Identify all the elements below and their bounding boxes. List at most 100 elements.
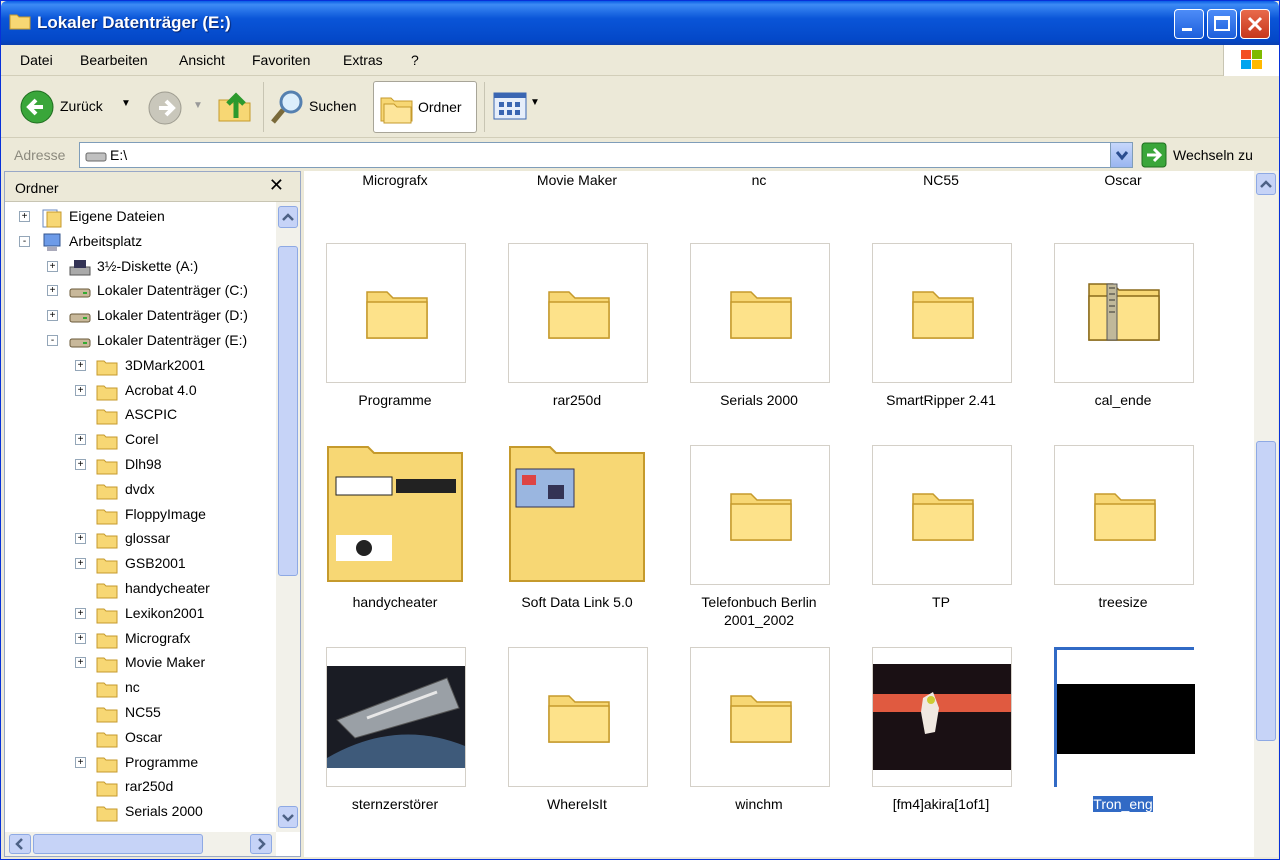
expand-icon[interactable]: +	[47, 285, 58, 297]
scroll-up-button[interactable]	[278, 206, 298, 228]
up-folder-button[interactable]	[216, 86, 256, 128]
floppy-drive-icon	[68, 258, 91, 276]
item-label: Tron_eng	[1093, 796, 1153, 812]
expand-icon[interactable]: +	[75, 434, 86, 446]
windows-flag-icon	[1241, 50, 1262, 69]
collapse-icon[interactable]: -	[47, 335, 58, 346]
list-item[interactable]: Programme	[304, 243, 486, 443]
list-item[interactable]: handycheater	[304, 445, 486, 645]
menu-favoriten[interactable]: Favoriten	[252, 52, 310, 68]
folder-icon	[96, 803, 118, 822]
folders-button[interactable]: Ordner	[373, 81, 477, 133]
expand-icon[interactable]: +	[75, 533, 86, 545]
expand-icon[interactable]: +	[19, 211, 30, 222]
collapse-icon[interactable]: -	[19, 235, 30, 247]
item-label: WhereIsIt	[547, 796, 607, 812]
item-label: Soft Data Link 5.0	[521, 594, 633, 610]
item-label: Micrografx	[362, 172, 428, 188]
minimize-button[interactable]	[1174, 9, 1204, 39]
list-item[interactable]: TP	[850, 445, 1032, 645]
list-item[interactable]: Telefonbuch Berlin 2001_2002	[668, 445, 850, 645]
menu-help[interactable]: ?	[411, 52, 419, 68]
scroll-down-button[interactable]	[278, 806, 298, 828]
views-button[interactable]: ▼	[493, 90, 541, 124]
list-item[interactable]: Serials 2000	[668, 243, 850, 443]
expand-icon[interactable]: +	[75, 632, 86, 644]
folder-icon	[96, 654, 118, 673]
expand-icon[interactable]: +	[75, 607, 86, 619]
address-dropdown-button[interactable]	[1110, 143, 1132, 167]
tree-horizontal-scrollbar[interactable]	[5, 832, 276, 856]
image-thumbnail	[326, 647, 466, 787]
up-folder-icon	[218, 92, 251, 122]
maximize-button[interactable]	[1207, 9, 1237, 39]
expand-icon[interactable]: +	[75, 558, 86, 570]
tree-item-label: dvdx	[125, 480, 155, 497]
scroll-thumb[interactable]	[278, 246, 298, 576]
menu-bearbeiten[interactable]: Bearbeiten	[80, 52, 148, 68]
expand-icon[interactable]: +	[75, 657, 86, 669]
expand-icon[interactable]: +	[75, 459, 86, 470]
view-vertical-scrollbar[interactable]	[1254, 171, 1278, 857]
explorer-window: Lokaler Datenträger (E:) Datei Bearbeite…	[0, 0, 1280, 860]
item-label: sternzerstörer	[351, 796, 439, 812]
menu-ansicht[interactable]: Ansicht	[179, 52, 225, 68]
windows-logo	[1223, 45, 1279, 76]
list-item[interactable]: Soft Data Link 5.0	[486, 445, 668, 645]
scroll-thumb[interactable]	[1256, 441, 1276, 741]
scroll-thumb[interactable]	[33, 834, 203, 854]
tree-vertical-scrollbar[interactable]	[276, 202, 300, 832]
list-item[interactable]: Micrografx	[304, 171, 486, 223]
list-item[interactable]: rar250d	[486, 243, 668, 443]
folder-icon	[96, 382, 118, 401]
address-input[interactable]: E:\	[79, 142, 1133, 168]
title-bar[interactable]: Lokaler Datenträger (E:)	[1, 1, 1279, 45]
folder-icon	[1054, 445, 1194, 585]
list-item[interactable]: cal_ende	[1032, 243, 1214, 443]
expand-icon[interactable]: +	[75, 756, 86, 768]
go-button[interactable]: Wechseln zu	[1139, 141, 1271, 169]
expand-icon[interactable]: +	[47, 310, 58, 322]
forward-button[interactable]: ▼	[147, 88, 203, 128]
item-label: nc	[751, 172, 767, 188]
list-item[interactable]: sternzerstörer	[304, 647, 486, 847]
menu-extras[interactable]: Extras	[343, 52, 383, 68]
search-label: Suchen	[309, 98, 357, 114]
back-label: Zurück	[60, 98, 103, 114]
list-item[interactable]: SmartRipper 2.41	[850, 243, 1032, 443]
list-item[interactable]: treesize	[1032, 445, 1214, 645]
back-dropdown-icon[interactable]: ▼	[121, 98, 131, 109]
expand-icon[interactable]: +	[75, 359, 86, 371]
menu-bar: Datei Bearbeiten Ansicht Favoriten Extra…	[1, 45, 1279, 76]
folder-icon	[690, 647, 830, 787]
file-view: Micrografx Movie Maker nc NC55 Oscar Pro…	[304, 171, 1278, 857]
forward-dropdown-icon[interactable]: ▼	[193, 100, 203, 111]
tree-item-label: rar250d	[125, 778, 174, 795]
menu-datei[interactable]: Datei	[20, 52, 53, 68]
views-dropdown-icon[interactable]: ▼	[530, 97, 540, 108]
list-item[interactable]: winchm	[668, 647, 850, 847]
chevron-up-icon	[1260, 180, 1272, 188]
list-item[interactable]: Movie Maker	[486, 171, 668, 223]
folder-icon	[508, 647, 648, 787]
list-item[interactable]: Oscar	[1032, 171, 1214, 223]
list-item[interactable]: WhereIsIt	[486, 647, 668, 847]
item-label: Serials 2000	[720, 392, 798, 408]
tree-item-label: Lexikon2001	[125, 604, 205, 621]
list-item[interactable]: Tron_eng	[1032, 647, 1214, 847]
scroll-right-button[interactable]	[250, 834, 272, 854]
scroll-left-button[interactable]	[9, 834, 31, 854]
close-pane-icon[interactable]: ✕	[269, 175, 284, 196]
scroll-up-button[interactable]	[1256, 173, 1276, 195]
tree-item-label: 3DMark2001	[125, 356, 206, 373]
list-item[interactable]: NC55	[850, 171, 1032, 223]
expand-icon[interactable]: +	[47, 260, 58, 272]
close-button[interactable]	[1240, 9, 1270, 39]
back-button[interactable]: Zurück ▼	[15, 86, 135, 128]
tree-item-label: GSB2001	[125, 555, 186, 572]
folder-icon	[690, 445, 830, 585]
list-item[interactable]: nc	[668, 171, 850, 223]
search-button[interactable]: Suchen	[269, 86, 367, 128]
expand-icon[interactable]: +	[75, 384, 86, 396]
list-item[interactable]: [fm4]akira[1of1]	[850, 647, 1032, 847]
